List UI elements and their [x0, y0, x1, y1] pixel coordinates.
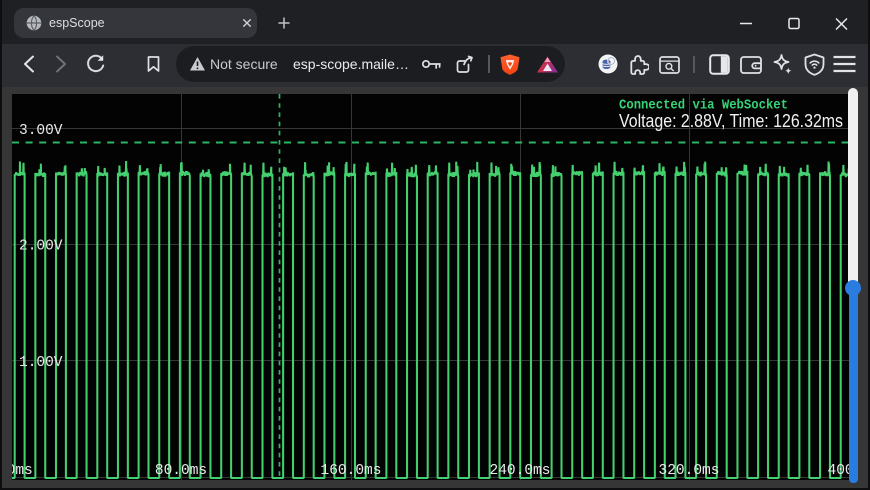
svg-text:2.00V: 2.00V: [19, 239, 63, 255]
svg-text:240.0ms: 240.0ms: [490, 463, 551, 479]
svg-text:320.0ms: 320.0ms: [659, 463, 720, 479]
svg-text:160.0ms: 160.0ms: [321, 463, 382, 479]
svg-text:Voltage: 2.88V, Time: 126.32ms: Voltage: 2.88V, Time: 126.32ms: [619, 111, 843, 131]
svg-text:0.0ms: 0.0ms: [12, 463, 33, 479]
svg-text:80.0ms: 80.0ms: [155, 463, 207, 479]
svg-text:1.00V: 1.00V: [19, 355, 63, 371]
svg-text:3.00V: 3.00V: [19, 123, 63, 139]
